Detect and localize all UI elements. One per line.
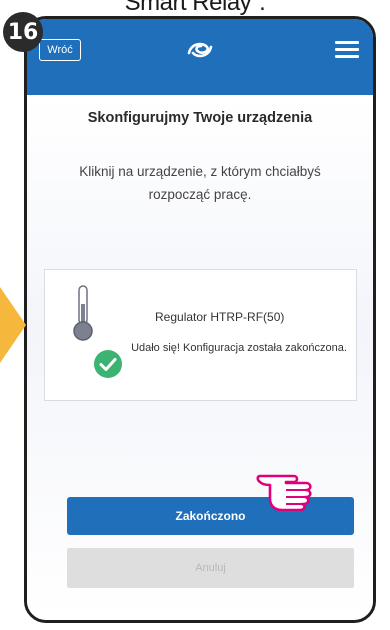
cancel-button[interactable]: Anuluj xyxy=(67,548,354,588)
page-subtitle: Kliknij na urządzenie, z którym chciałby… xyxy=(79,164,321,202)
status-text: Udało się! Konfiguracja została zakończo… xyxy=(131,342,347,354)
hamburger-menu-icon[interactable] xyxy=(335,41,359,58)
caption-text: Smart Relay". xyxy=(124,0,266,16)
pointing-hand-icon xyxy=(256,474,312,511)
step-badge: 16 xyxy=(3,12,43,52)
thermometer-icon xyxy=(73,285,93,341)
phone-frame: Wróć Skonfigurujmy Twoje urządzenia Klik… xyxy=(24,16,376,623)
app-header: Wróć xyxy=(27,19,373,95)
salus-logo-icon xyxy=(187,42,213,58)
check-circle-icon xyxy=(94,350,122,378)
back-button[interactable]: Wróć xyxy=(39,39,81,61)
page-title: Skonfigurujmy Twoje urządzenia xyxy=(87,110,313,126)
device-card[interactable]: Regulator HTRP-RF(50) Udało się! Konfigu… xyxy=(44,269,357,401)
main-content: Skonfigurujmy Twoje urządzenia Kliknij n… xyxy=(27,95,373,620)
pointer-arrow-icon xyxy=(0,287,26,363)
device-name: Regulator HTRP-RF(50) xyxy=(155,310,285,324)
